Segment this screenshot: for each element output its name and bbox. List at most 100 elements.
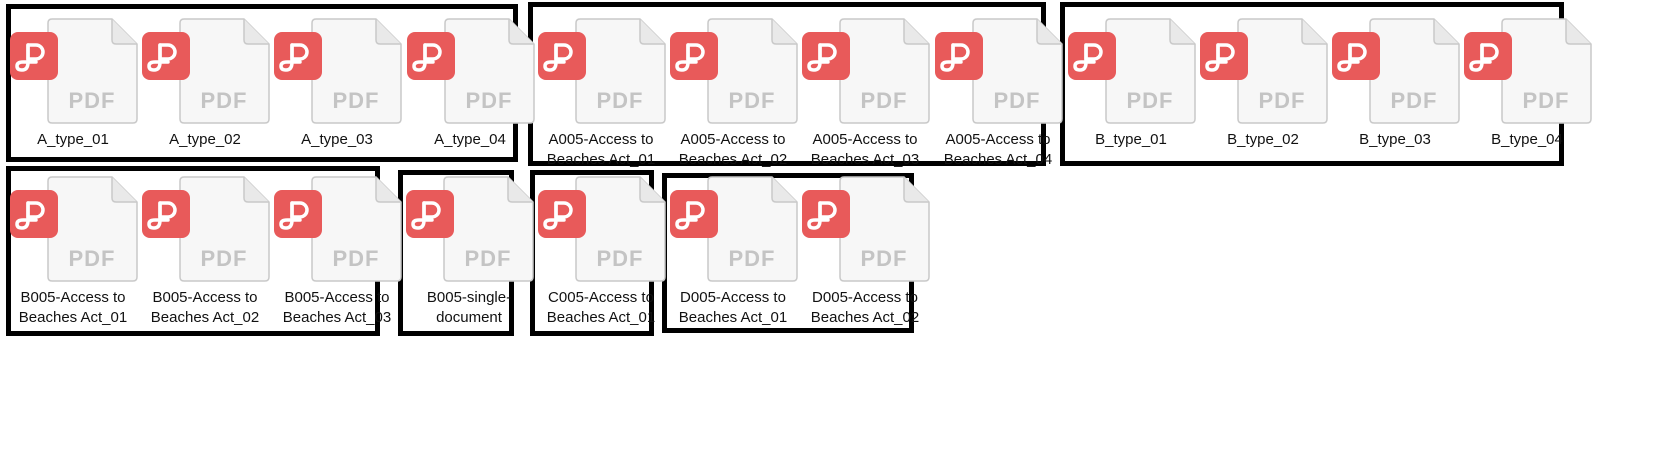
pdf-logo-icon [142, 190, 190, 238]
svg-text:PDF: PDF [729, 88, 776, 113]
pdf-file-icon: PDF [178, 176, 270, 282]
file-name-label: D005-Access to Beaches Act_01 [678, 289, 788, 326]
pdf-logo-icon [1068, 32, 1116, 80]
pdf-file-item[interactable]: PDF D005-Access to Beaches Act_01 [670, 166, 800, 326]
pdf-file-item[interactable]: PDF A005-Access to Beaches Act_03 [802, 8, 932, 168]
pdf-document-shape: PDF [311, 176, 402, 282]
pdf-file-icon: PDF [1236, 18, 1328, 124]
pdf-file-item[interactable]: PDF A_type_04 [407, 8, 537, 166]
pdf-document-shape: PDF [575, 176, 666, 282]
pdf-file-item[interactable]: PDF A_type_01 [10, 8, 140, 166]
file-name-label: A_type_02 [169, 131, 241, 148]
pdf-file-item[interactable]: PDF A_type_03 [274, 8, 404, 166]
pdf-logo-icon [407, 32, 455, 80]
file-name-label: B_type_04 [1491, 131, 1563, 148]
pdf-document-shape: PDF [1237, 18, 1328, 124]
pdf-file-icon: PDF [1368, 18, 1460, 124]
file-name-label: B005-Access to Beaches Act_03 [282, 289, 392, 326]
pdf-document-shape: PDF [179, 176, 270, 282]
file-name-label: B_type_01 [1095, 131, 1167, 148]
pdf-document-shape: PDF [707, 176, 798, 282]
svg-text:PDF: PDF [597, 246, 644, 271]
file-name-label: A005-Access to Beaches Act_03 [810, 131, 920, 168]
pdf-logo-icon [802, 190, 850, 238]
svg-text:PDF: PDF [201, 246, 248, 271]
pdf-file-item[interactable]: PDF D005-Access to Beaches Act_02 [802, 166, 932, 326]
pdf-logo-icon [538, 32, 586, 80]
pdf-document-shape: PDF [443, 176, 534, 282]
pdf-file-item[interactable]: PDF A005-Access to Beaches Act_01 [538, 8, 668, 168]
pdf-file-item[interactable]: PDF B005-Access to Beaches Act_01 [10, 166, 140, 326]
pdf-logo-icon [274, 190, 322, 238]
pdf-document-shape: PDF [1369, 18, 1460, 124]
pdf-document-shape: PDF [707, 18, 798, 124]
pdf-document-shape: PDF [444, 18, 535, 124]
file-name-label: C005-Access to Beaches Act_01 [546, 289, 656, 326]
file-name-label: B005-single-document [426, 289, 512, 326]
pdf-file-item[interactable]: PDF B_type_02 [1200, 8, 1330, 166]
pdf-document-shape: PDF [179, 18, 270, 124]
pdf-file-icon: PDF [443, 18, 535, 124]
pdf-logo-icon [670, 190, 718, 238]
file-name-label: A_type_04 [434, 131, 506, 148]
pdf-file-item[interactable]: PDF B_type_04 [1464, 8, 1594, 166]
pdf-logo-icon [274, 32, 322, 80]
file-name-label: A_type_01 [37, 131, 109, 148]
pdf-logo-icon [935, 32, 983, 80]
pdf-logo-icon [670, 32, 718, 80]
svg-text:PDF: PDF [69, 246, 116, 271]
svg-text:PDF: PDF [1523, 88, 1570, 113]
pdf-logo-icon [10, 32, 58, 80]
svg-text:PDF: PDF [69, 88, 116, 113]
svg-text:PDF: PDF [333, 246, 380, 271]
file-name-label: A005-Access to Beaches Act_04 [943, 131, 1053, 168]
pdf-file-item[interactable]: PDF A005-Access to Beaches Act_02 [670, 8, 800, 168]
pdf-file-icon: PDF [310, 176, 402, 282]
pdf-file-item[interactable]: PDF A005-Access to Beaches Act_04 [935, 8, 1065, 168]
pdf-file-item[interactable]: PDF B_type_03 [1332, 8, 1462, 166]
pdf-file-item[interactable]: PDF B005-single-document [406, 166, 536, 326]
pdf-document-shape: PDF [575, 18, 666, 124]
pdf-file-icon: PDF [46, 18, 138, 124]
pdf-logo-icon [1464, 32, 1512, 80]
svg-text:PDF: PDF [597, 88, 644, 113]
pdf-logo-icon [142, 32, 190, 80]
pdf-file-icon: PDF [1104, 18, 1196, 124]
pdf-file-icon: PDF [1500, 18, 1592, 124]
pdf-file-icon: PDF [574, 176, 666, 282]
pdf-file-icon: PDF [706, 176, 798, 282]
file-name-label: D005-Access to Beaches Act_02 [810, 289, 920, 326]
svg-text:PDF: PDF [1127, 88, 1174, 113]
file-name-label: B005-Access to Beaches Act_01 [18, 289, 128, 326]
svg-text:PDF: PDF [1391, 88, 1438, 113]
pdf-file-item[interactable]: PDF A_type_02 [142, 8, 272, 166]
svg-text:PDF: PDF [994, 88, 1041, 113]
pdf-logo-icon [406, 190, 454, 238]
pdf-file-icon: PDF [706, 18, 798, 124]
pdf-document-shape: PDF [839, 18, 930, 124]
file-name-label: B005-Access to Beaches Act_02 [150, 289, 260, 326]
pdf-file-item[interactable]: PDF C005-Access to Beaches Act_01 [538, 166, 668, 326]
svg-text:PDF: PDF [201, 88, 248, 113]
pdf-file-icon: PDF [574, 18, 666, 124]
pdf-logo-icon [802, 32, 850, 80]
pdf-logo-icon [10, 190, 58, 238]
file-name-label: A005-Access to Beaches Act_01 [546, 131, 656, 168]
svg-text:PDF: PDF [465, 246, 512, 271]
pdf-file-item[interactable]: PDF B005-Access to Beaches Act_02 [142, 166, 272, 326]
file-name-label: B_type_03 [1359, 131, 1431, 148]
pdf-file-icon: PDF [971, 18, 1063, 124]
svg-text:PDF: PDF [861, 88, 908, 113]
pdf-file-icon: PDF [838, 176, 930, 282]
file-name-label: A005-Access to Beaches Act_02 [678, 131, 788, 168]
file-name-label: B_type_02 [1227, 131, 1299, 148]
pdf-document-shape: PDF [47, 176, 138, 282]
pdf-file-item[interactable]: PDF B_type_01 [1068, 8, 1198, 166]
pdf-file-icon: PDF [442, 176, 534, 282]
pdf-file-item[interactable]: PDF B005-Access to Beaches Act_03 [274, 166, 404, 326]
svg-text:PDF: PDF [466, 88, 513, 113]
pdf-document-shape: PDF [972, 18, 1063, 124]
svg-text:PDF: PDF [1259, 88, 1306, 113]
svg-text:PDF: PDF [861, 246, 908, 271]
pdf-file-icon: PDF [46, 176, 138, 282]
